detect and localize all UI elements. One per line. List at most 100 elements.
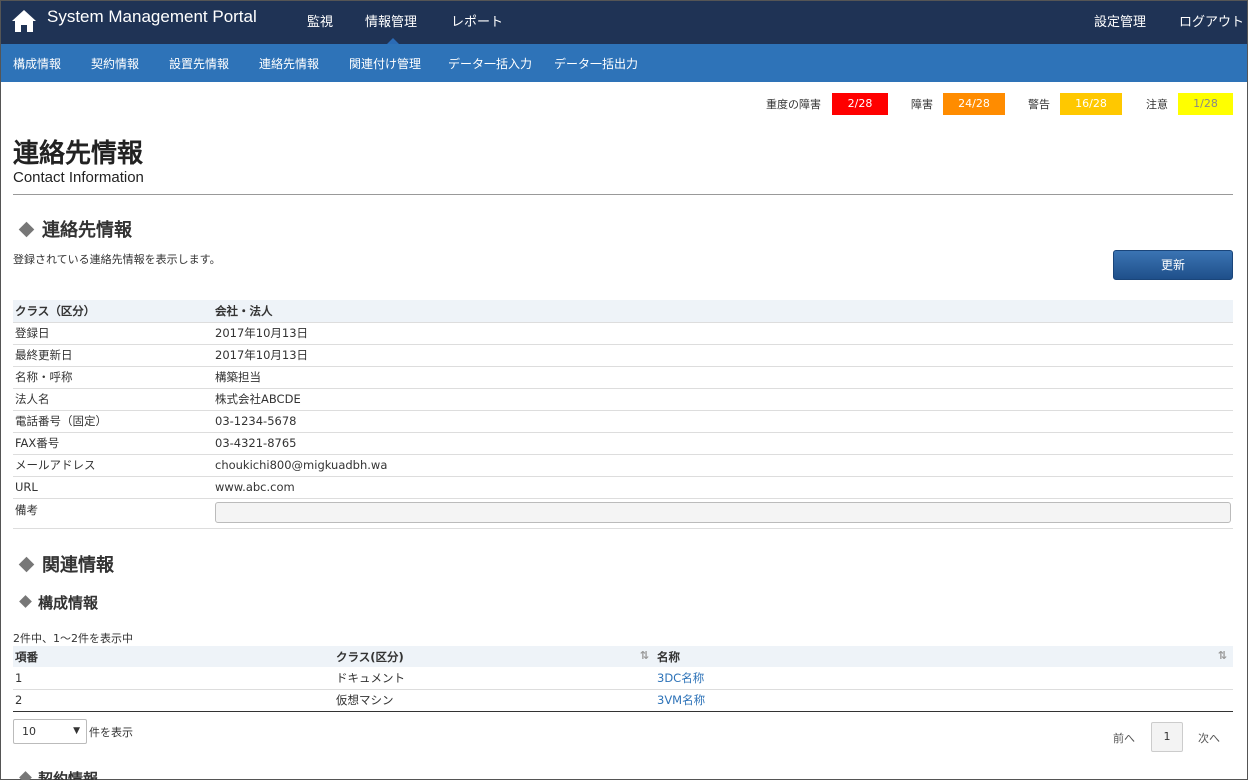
sort-icon[interactable]: ⇅ bbox=[1218, 649, 1227, 662]
contact-heading-text: 連絡先情報 bbox=[42, 220, 132, 241]
diamond-icon bbox=[18, 221, 35, 237]
info-key: 電話番号（固定） bbox=[13, 410, 213, 433]
nav-settings[interactable]: 設定管理 bbox=[1094, 11, 1146, 30]
table-row: 電話番号（固定） 03-1234-5678 bbox=[13, 410, 1233, 433]
info-key: 最終更新日 bbox=[13, 344, 213, 367]
table-row: 1 ドキュメント 3DC名称 bbox=[13, 667, 1233, 690]
table-row: 登録日 2017年10月13日 bbox=[13, 322, 1233, 345]
related-section-heading: 関連情報 bbox=[18, 551, 114, 577]
subnav-bulk-import[interactable]: データ一括入力 bbox=[448, 55, 532, 72]
table-row: 法人名 株式会社ABCDE bbox=[13, 388, 1233, 411]
alert-label-fault: 障害 bbox=[911, 98, 933, 111]
nav-info-management[interactable]: 情報管理 bbox=[365, 11, 417, 30]
info-key: クラス（区分） bbox=[13, 300, 213, 323]
info-value: 03-1234-5678 bbox=[213, 410, 1233, 433]
info-value: 2017年10月13日 bbox=[213, 344, 1233, 367]
subnav-association[interactable]: 関連付け管理 bbox=[349, 55, 421, 72]
nav-logout[interactable]: ログアウト bbox=[1179, 11, 1244, 30]
table-row: 名称・呼称 構築担当 bbox=[13, 366, 1233, 389]
pager-next-button[interactable]: 次へ bbox=[1198, 730, 1220, 746]
cell-name: 3VM名称 bbox=[655, 689, 1233, 712]
contract-section-heading: 契約情報 bbox=[19, 768, 99, 780]
table-row: 2 仮想マシン 3VM名称 bbox=[13, 689, 1233, 712]
memo-cell bbox=[213, 498, 1233, 529]
page-subtitle: Contact Information bbox=[13, 169, 144, 186]
pager-current-page[interactable]: 1 bbox=[1151, 722, 1183, 752]
related-heading-text: 関連情報 bbox=[42, 555, 114, 576]
refresh-button[interactable]: 更新 bbox=[1113, 250, 1233, 280]
info-value: 会社・法人 bbox=[213, 300, 1233, 323]
contract-heading-text: 契約情報 bbox=[38, 770, 99, 780]
config-heading-text: 構成情報 bbox=[38, 594, 99, 612]
pager-prev-button[interactable]: 前へ bbox=[1113, 730, 1135, 746]
caret-down-icon: ▼ bbox=[73, 726, 80, 736]
info-value: choukichi800@migkuadbh.wa bbox=[213, 454, 1233, 477]
info-key: 名称・呼称 bbox=[13, 366, 213, 389]
nav-monitoring[interactable]: 監視 bbox=[307, 11, 333, 30]
table-row: FAX番号 03-4321-8765 bbox=[13, 432, 1233, 455]
page-size-label: 件を表示 bbox=[89, 726, 133, 739]
page-size-select[interactable]: 10 ▼ bbox=[13, 719, 87, 744]
top-navbar: System Management Portal 監視 情報管理 レポート 設定… bbox=[1, 1, 1247, 44]
sort-desc-icon[interactable]: ⇅ bbox=[640, 649, 649, 662]
memo-field[interactable] bbox=[215, 501, 1231, 523]
alert-badge-caution[interactable]: 1/28 bbox=[1178, 93, 1233, 115]
column-header-no: 項番 bbox=[13, 646, 334, 667]
info-key: URL bbox=[13, 476, 213, 499]
cell-class: ドキュメント bbox=[334, 667, 655, 690]
cell-class: 仮想マシン bbox=[334, 689, 655, 712]
column-header-name-label: 名称 bbox=[657, 649, 680, 664]
column-header-name[interactable]: 名称 ⇅ bbox=[655, 646, 1233, 667]
diamond-icon bbox=[19, 595, 32, 608]
alert-badge-warning[interactable]: 16/28 bbox=[1060, 93, 1122, 115]
info-key: 登録日 bbox=[13, 322, 213, 345]
sub-navbar: 構成情報 契約情報 設置先情報 連絡先情報 関連付け管理 データ一括入力 データ… bbox=[1, 44, 1247, 82]
cell-no: 2 bbox=[13, 689, 334, 712]
table-row: クラス（区分） 会社・法人 bbox=[13, 300, 1233, 323]
info-value: 構築担当 bbox=[213, 366, 1233, 389]
contact-description: 登録されている連絡先情報を表示します。 bbox=[13, 253, 221, 266]
info-key: 備考 bbox=[13, 498, 213, 529]
table-row: URL www.abc.com bbox=[13, 476, 1233, 499]
info-value: www.abc.com bbox=[213, 476, 1233, 499]
home-icon[interactable] bbox=[11, 9, 37, 33]
config-name-link[interactable]: 3VM名称 bbox=[657, 693, 705, 707]
info-key: メールアドレス bbox=[13, 454, 213, 477]
subnav-contract[interactable]: 契約情報 bbox=[91, 55, 139, 72]
subnav-bulk-export[interactable]: データ一括出力 bbox=[554, 55, 638, 72]
diamond-icon bbox=[18, 556, 35, 572]
nav-report[interactable]: レポート bbox=[451, 11, 503, 30]
table-row: 最終更新日 2017年10月13日 bbox=[13, 344, 1233, 367]
config-name-link[interactable]: 3DC名称 bbox=[657, 671, 704, 685]
info-key: 法人名 bbox=[13, 388, 213, 411]
cell-no: 1 bbox=[13, 667, 334, 690]
diamond-icon bbox=[19, 771, 32, 780]
alert-label-caution: 注意 bbox=[1146, 98, 1168, 111]
column-header-class-label: クラス(区分) bbox=[336, 649, 404, 664]
alert-label-warning: 警告 bbox=[1028, 98, 1050, 111]
title-divider bbox=[13, 194, 1233, 195]
column-header-class[interactable]: クラス(区分) ⇅ bbox=[334, 646, 655, 667]
contact-info-table: クラス（区分） 会社・法人 登録日 2017年10月13日 最終更新日 2017… bbox=[13, 300, 1233, 529]
alert-badge-critical[interactable]: 2/28 bbox=[832, 93, 888, 115]
subnav-config[interactable]: 構成情報 bbox=[13, 55, 61, 72]
subnav-location[interactable]: 設置先情報 bbox=[169, 55, 229, 72]
alert-badge-fault[interactable]: 24/28 bbox=[943, 93, 1005, 115]
table-row: 備考 bbox=[13, 498, 1233, 529]
info-value: 2017年10月13日 bbox=[213, 322, 1233, 345]
info-value: 03-4321-8765 bbox=[213, 432, 1233, 455]
result-count: 2件中、1〜2件を表示中 bbox=[13, 632, 133, 645]
info-value: 株式会社ABCDE bbox=[213, 388, 1233, 411]
cell-name: 3DC名称 bbox=[655, 667, 1233, 690]
brand-title[interactable]: System Management Portal bbox=[47, 7, 257, 27]
info-key: FAX番号 bbox=[13, 432, 213, 455]
config-section-heading: 構成情報 bbox=[19, 592, 99, 613]
alert-label-critical: 重度の障害 bbox=[766, 98, 821, 111]
subnav-contact[interactable]: 連絡先情報 bbox=[259, 55, 319, 72]
contact-section-heading: 連絡先情報 bbox=[18, 216, 132, 242]
table-header-row: 項番 クラス(区分) ⇅ 名称 ⇅ bbox=[13, 646, 1233, 667]
config-table: 項番 クラス(区分) ⇅ 名称 ⇅ 1 ドキュメント 3DC名称 2 仮想マシン 3… bbox=[13, 646, 1233, 712]
table-row: メールアドレス choukichi800@migkuadbh.wa bbox=[13, 454, 1233, 477]
page-size-value: 10 bbox=[22, 725, 36, 738]
page-title: 連絡先情報 bbox=[13, 139, 144, 169]
